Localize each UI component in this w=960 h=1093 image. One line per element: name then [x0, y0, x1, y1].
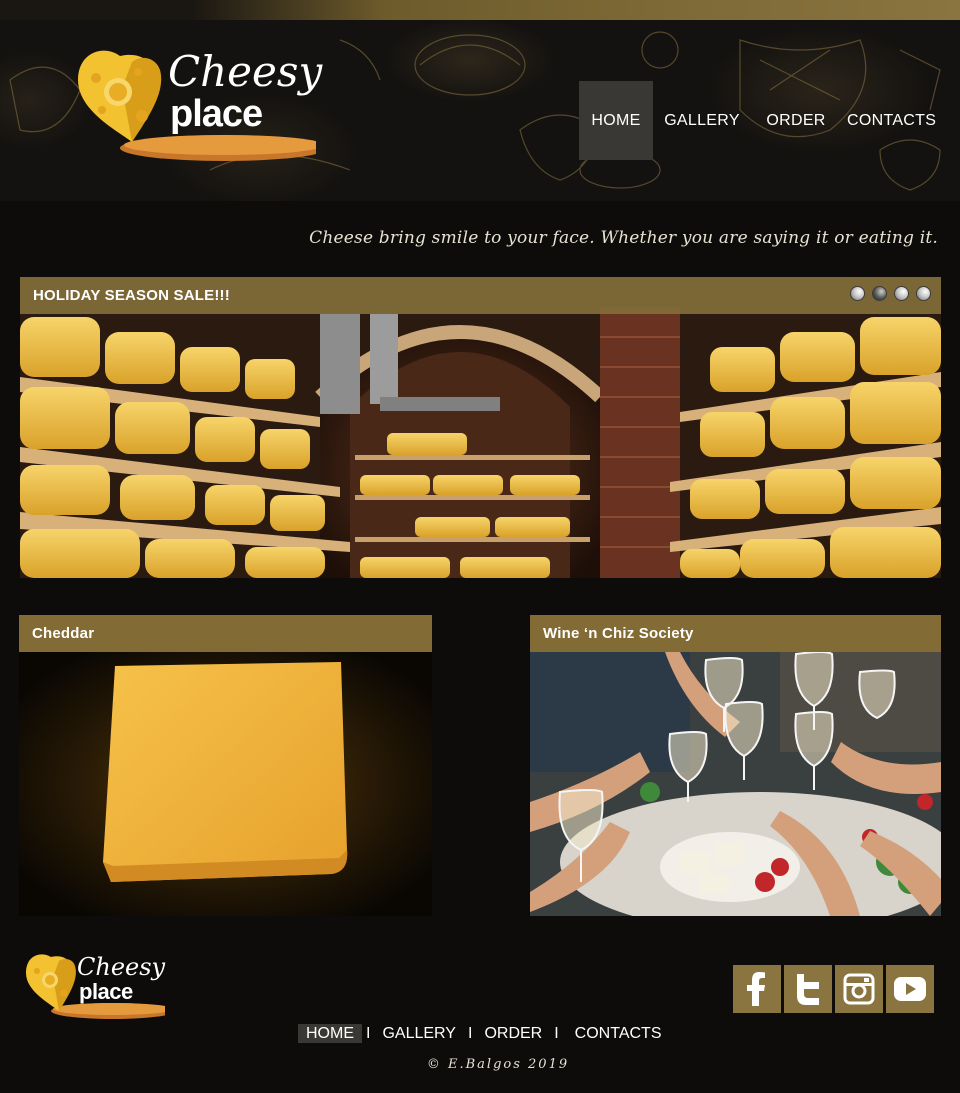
footer-logo[interactable]: Cheesy place	[25, 953, 165, 1023]
hero-slider[interactable]: HOLIDAY SEASON SALE!!!	[20, 277, 941, 578]
footer-nav-separator: I	[554, 1024, 559, 1042]
card-header: Wine ‘n Chiz Society	[530, 615, 941, 652]
instagram-icon	[843, 973, 875, 1005]
logo-text-cheesy: Cheesy	[168, 47, 323, 96]
tagline: Cheese bring smile to your face. Whether…	[309, 228, 938, 248]
header-top-stripe	[0, 0, 960, 20]
facebook-icon	[747, 972, 765, 1006]
main-nav: HOME GALLERY ORDER CONTACTS	[579, 81, 951, 160]
copyright: © E.Balgos 2019	[426, 1057, 570, 1072]
slider-dot-2[interactable]	[872, 286, 887, 301]
logo-text-place: place	[170, 93, 263, 135]
slider-caption-bar: HOLIDAY SEASON SALE!!!	[20, 277, 941, 314]
site-header: Cheesy place HOME GALLERY ORDER CONTACTS	[0, 0, 960, 201]
youtube-icon	[894, 977, 926, 1001]
nav-order[interactable]: ORDER	[751, 81, 841, 160]
card-title-cheddar: Cheddar	[32, 625, 95, 642]
slider-title: HOLIDAY SEASON SALE!!!	[33, 287, 230, 304]
card-header: Cheddar	[19, 615, 432, 652]
slider-dot-3[interactable]	[894, 286, 909, 301]
twitter-button[interactable]	[784, 965, 832, 1013]
slider-dot-1[interactable]	[850, 286, 865, 301]
instagram-button[interactable]	[835, 965, 883, 1013]
card-title-wine-society: Wine ‘n Chiz Society	[543, 625, 694, 642]
footer-nav-contacts[interactable]: CONTACTS	[563, 1024, 670, 1043]
cheddar-image	[19, 652, 432, 916]
card-wine-society[interactable]: Wine ‘n Chiz Society	[530, 615, 941, 916]
facebook-button[interactable]	[733, 965, 781, 1013]
footer-nav-separator: I	[467, 1024, 473, 1042]
nav-home[interactable]: HOME	[579, 81, 653, 160]
footer-logo-text-place: place	[79, 979, 133, 1004]
slider-dot-4[interactable]	[916, 286, 931, 301]
wine-toast-image	[530, 652, 941, 916]
cheese-cellar-image	[20, 277, 941, 578]
slider-dots	[850, 286, 931, 301]
footer-nav-gallery[interactable]: GALLERY	[374, 1024, 464, 1043]
footer-nav-separator: I	[366, 1024, 371, 1042]
footer-logo-text-cheesy: Cheesy	[77, 953, 166, 981]
footer-nav-home[interactable]: HOME	[298, 1024, 362, 1043]
card-cheddar[interactable]: Cheddar	[19, 615, 432, 916]
site-logo[interactable]: Cheesy place	[76, 48, 322, 166]
nav-gallery[interactable]: GALLERY	[653, 81, 751, 160]
footer-nav-order[interactable]: ORDER	[476, 1024, 550, 1043]
social-links	[733, 965, 934, 1013]
footer-nav: HOME I GALLERY I ORDER I CONTACTS	[298, 1024, 669, 1043]
nav-contacts[interactable]: CONTACTS	[841, 81, 951, 160]
youtube-button[interactable]	[886, 965, 934, 1013]
twitter-icon	[797, 974, 819, 1005]
